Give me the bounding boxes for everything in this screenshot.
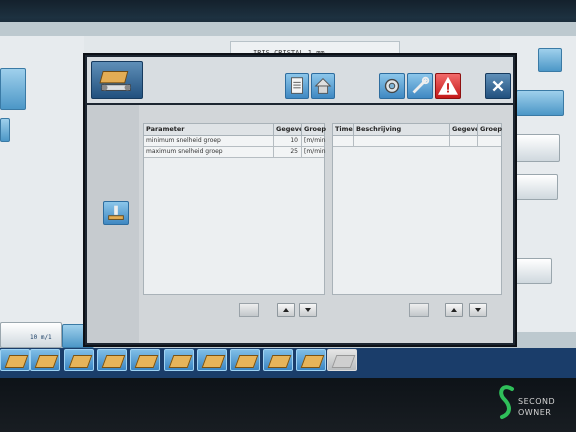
timer-table: Timer Beschrijving Gegeven Groep [332,123,502,295]
toolbar-button-1[interactable] [0,349,30,371]
table-row[interactable] [333,136,501,147]
settings-button[interactable] [379,73,405,99]
home-icon [314,78,332,94]
column-header-value: Gegeven [274,124,302,135]
column-header-group: Groep [304,125,326,133]
product-icon [68,355,93,368]
product-icon [201,355,226,368]
group-cell [478,136,503,146]
parameter-dialog: Parameter Gegeven Groep minimum snelheid… [83,53,517,347]
watermark-logo: SECOND OWNER [496,383,572,425]
dialog-body: Parameter Gegeven Groep minimum snelheid… [87,105,513,343]
watermark-s-icon [499,385,514,419]
document-button[interactable] [285,73,309,99]
tools-icon [412,76,430,94]
background-stack-icon[interactable] [510,174,558,200]
column-header-parameter: Parameter [144,124,274,135]
product-icon [34,355,59,368]
monitor-bezel-bottom [0,378,576,432]
dialog-sidebar [87,105,139,343]
arrow-up-icon [451,308,457,312]
timer-cell [333,136,354,146]
background-grid-icon[interactable] [538,48,562,72]
close-button[interactable] [485,73,511,99]
conveyor-mode-button[interactable] [91,61,143,99]
toolbar-button-8[interactable] [230,349,260,371]
close-icon [492,80,504,92]
arrow-up-icon [283,308,289,312]
toolbar-button-3[interactable] [64,349,94,371]
machine-group-icon [108,205,124,220]
arrow-down-icon [475,308,481,312]
speed-badge: 10 m/1 [30,334,52,341]
right-scroll-up-button[interactable] [445,303,463,317]
watermark-line2: OWNER [518,408,552,417]
background-camera-icon[interactable] [516,90,564,116]
table-row[interactable]: maximum snelheid groep 25 [m/min] [144,147,326,158]
left-scroll-down-button[interactable] [299,303,317,317]
home-button[interactable] [311,73,335,99]
alarm-button[interactable] [435,73,461,99]
conveyor-icon [99,71,131,91]
column-header-value: Gegeven [450,124,478,135]
table-row[interactable]: minimum snelheid groep 10 [m/min] [144,136,326,147]
description-cell [354,136,450,146]
parameter-table-header: Parameter Gegeven Groep [144,124,326,136]
settings-gear-icon [384,78,400,94]
product-icon [4,355,29,368]
product-icon [168,355,193,368]
warning-icon [437,76,459,95]
value-cell [450,136,478,146]
row-unit: [m/min] [304,148,326,155]
product-icon [300,355,325,368]
product-icon [331,355,356,368]
toolbar-button-7[interactable] [197,349,227,371]
product-icon [101,355,126,368]
row-parameter-name: minimum snelheid groep [144,136,274,146]
row-unit: [m/min] [304,137,326,144]
background-layer-icon[interactable] [512,134,560,162]
background-machine-icon[interactable] [0,68,26,110]
row-parameter-name: maximum snelheid groep [144,147,274,157]
hmi-screen: IRIS CRISTAL 1 mm 10 m/1 [0,22,576,378]
left-scroll-up-button[interactable] [277,303,295,317]
watermark-line1: SECOND [518,397,556,406]
product-icon [134,355,159,368]
document-icon [291,77,303,94]
left-table-action-button[interactable] [239,303,259,317]
toolbar-button-9[interactable] [263,349,293,371]
column-header-description: Beschrijving [354,124,450,135]
product-icon [267,355,292,368]
toolbar-button-10[interactable] [296,349,326,371]
toolbar-button-4[interactable] [97,349,127,371]
arrow-down-icon [305,308,311,312]
row-value[interactable]: 25 [274,147,302,157]
group-select-button[interactable] [103,201,129,225]
toolbar-button-5[interactable] [130,349,160,371]
parameter-table: Parameter Gegeven Groep minimum snelheid… [143,123,326,295]
column-header-group: Groep [480,125,503,133]
tools-button[interactable] [407,73,433,99]
product-icon [234,355,259,368]
right-scroll-down-button[interactable] [469,303,487,317]
background-side-icon[interactable] [0,118,10,142]
toolbar-button-2[interactable] [30,349,60,371]
right-table-action-button[interactable] [409,303,429,317]
row-value[interactable]: 10 [274,136,302,146]
toolbar-button-11[interactable] [327,349,357,371]
toolbar-button-6[interactable] [164,349,194,371]
timer-table-header: Timer Beschrijving Gegeven Groep [333,124,503,136]
column-header-timer: Timer [335,124,354,135]
dialog-header [87,57,513,103]
